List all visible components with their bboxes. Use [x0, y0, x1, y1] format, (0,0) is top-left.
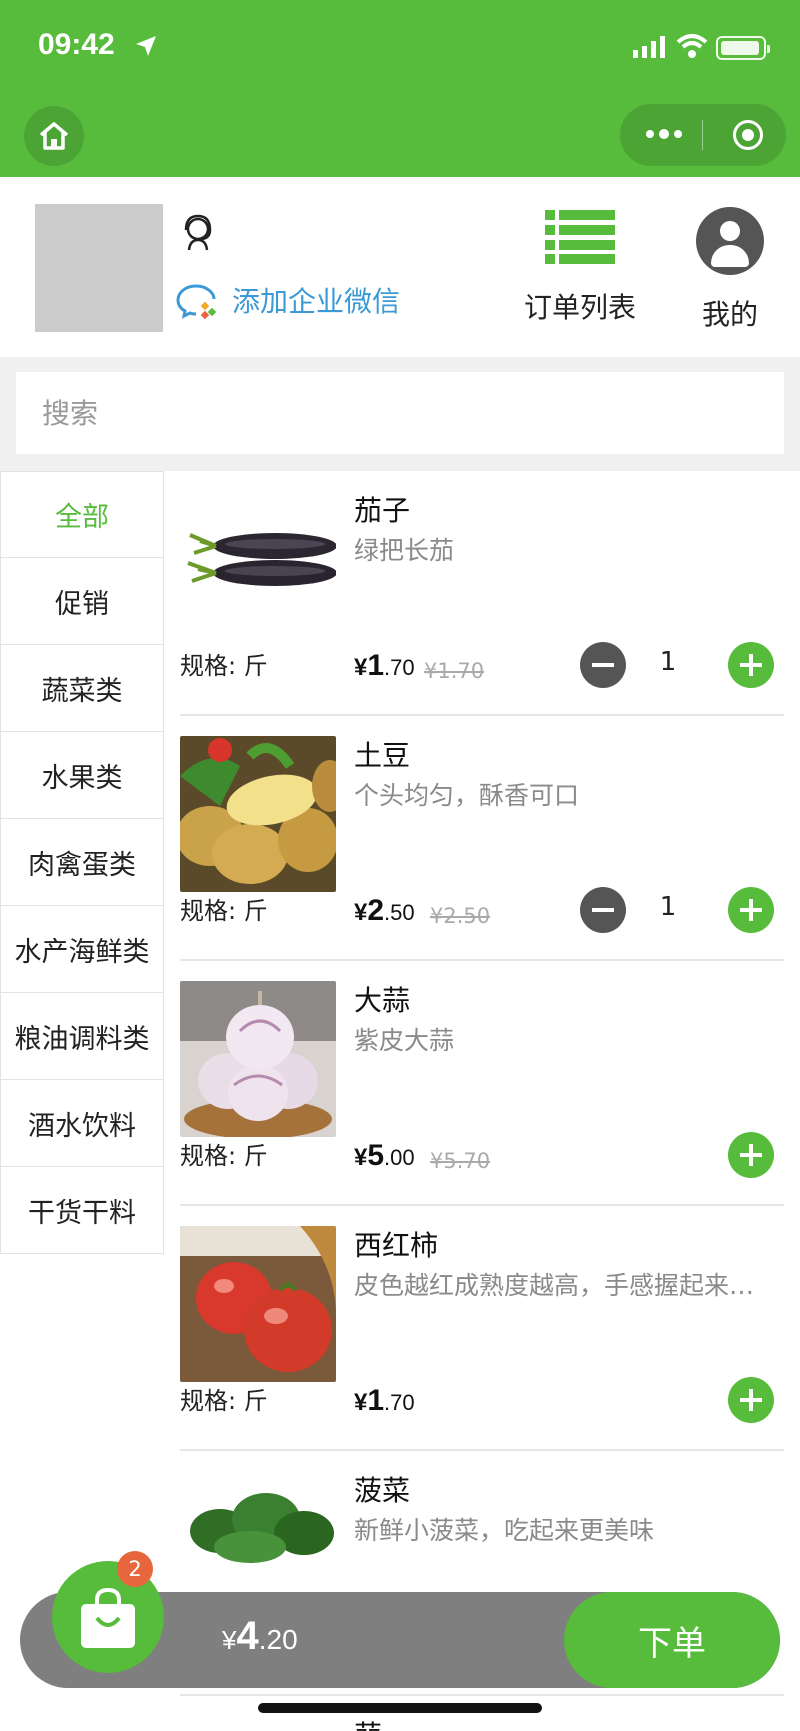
shop-header: 添加企业微信 订单列表 我的: [0, 177, 800, 357]
category-fruits[interactable]: 水果类: [0, 732, 164, 819]
product-spec: 规格: 斤: [180, 652, 268, 680]
category-promotion[interactable]: 促销: [0, 558, 164, 645]
product-item[interactable]: 规格: 斤 茄子 绿把长茄 ¥1.70 ¥1.70 1: [180, 471, 784, 716]
spinach-image: [180, 1471, 336, 1567]
place-order-button[interactable]: 下单: [564, 1592, 780, 1688]
category-meat-eggs[interactable]: 肉禽蛋类: [0, 819, 164, 906]
potato-image: [180, 736, 336, 892]
cart-count-badge: 2: [117, 1551, 153, 1587]
add-to-cart-button[interactable]: [728, 1377, 774, 1423]
product-old-price: ¥5.70: [430, 1149, 491, 1173]
enterprise-wechat-icon: [176, 284, 217, 319]
home-indicator: [258, 1703, 542, 1713]
decrease-qty-button[interactable]: [580, 642, 626, 688]
product-price: ¥1.70: [354, 649, 415, 682]
customer-service-icon[interactable]: [178, 212, 218, 252]
product-quantity: 1: [659, 647, 677, 677]
list-icon: [545, 210, 615, 264]
product-spec: 规格: 斤: [180, 1387, 268, 1415]
wifi-icon: [676, 34, 708, 58]
eggplant-image: [180, 491, 336, 647]
add-enterprise-wechat-link[interactable]: 添加企业微信: [232, 280, 400, 320]
product-desc: 皮色越红成熟度越高，手感握起来越硬越好: [354, 1271, 774, 1300]
product-desc: 紫皮大蒜: [354, 1026, 455, 1055]
search-bar: [0, 357, 800, 471]
product-item[interactable]: 规格: 斤 西红柿 皮色越红成熟度越高，手感握起来越硬越好 ¥1.70: [180, 1206, 784, 1451]
category-sidebar: 全部 促销 蔬菜类 水果类 肉禽蛋类 水产海鲜类 粮油调料类 酒水饮料 干货干料: [0, 471, 164, 1254]
miniprogram-capsule: [620, 104, 786, 166]
category-seafood[interactable]: 水产海鲜类: [0, 906, 164, 993]
increase-qty-button[interactable]: [728, 887, 774, 933]
product-quantity: 1: [659, 892, 677, 922]
close-miniprogram-button[interactable]: [733, 120, 763, 150]
product-price: ¥5.00: [354, 1139, 415, 1172]
my-profile-label: 我的: [701, 298, 758, 331]
cellular-signal-icon: [633, 36, 665, 58]
shop-logo: [35, 204, 163, 332]
product-list: 规格: 斤 茄子 绿把长茄 ¥1.70 ¥1.70 1 规格: 斤 土豆 个头均…: [180, 471, 784, 1711]
location-arrow-icon: [136, 36, 156, 56]
product-old-price: ¥1.70: [424, 659, 485, 683]
product-name: 茄子: [354, 494, 411, 527]
my-profile-button[interactable]: 我的: [688, 207, 772, 333]
status-time: 09:42: [38, 28, 115, 61]
product-item[interactable]: 规格: 斤 土豆 个头均匀，酥香可口 ¥2.50 ¥2.50 1: [180, 716, 784, 961]
shopping-bag-icon: [81, 1587, 135, 1648]
product-name: 菠菜: [354, 1474, 411, 1507]
capsule-divider: [702, 120, 703, 150]
product-name: 土豆: [354, 739, 411, 772]
add-to-cart-button[interactable]: [728, 1132, 774, 1178]
home-button[interactable]: [24, 106, 84, 166]
more-menu-button[interactable]: [646, 129, 682, 139]
category-dry-goods[interactable]: 干货干料: [0, 1167, 164, 1254]
order-list-label: 订单列表: [523, 291, 636, 324]
category-drinks[interactable]: 酒水饮料: [0, 1080, 164, 1167]
category-grain-oil[interactable]: 粮油调料类: [0, 993, 164, 1080]
product-price: ¥2.50: [354, 894, 415, 927]
top-bar: 09:42: [0, 0, 800, 177]
battery-icon: [716, 36, 770, 60]
category-vegetables[interactable]: 蔬菜类: [0, 645, 164, 732]
product-name: 西红柿: [354, 1229, 439, 1262]
home-icon: [39, 122, 69, 150]
order-list-button[interactable]: 订单列表: [520, 210, 640, 326]
increase-qty-button[interactable]: [728, 642, 774, 688]
product-desc: 个头均匀，酥香可口: [354, 781, 580, 810]
product-desc: 绿把长茄: [354, 536, 455, 565]
category-all[interactable]: 全部: [0, 471, 164, 558]
product-spec: 规格: 斤: [180, 1142, 268, 1170]
tomato-image: [180, 1226, 336, 1382]
garlic-image: [180, 981, 336, 1137]
product-old-price: ¥2.50: [430, 904, 491, 928]
product-item[interactable]: 规格: 斤 大蒜 紫皮大蒜 ¥5.00 ¥5.70: [180, 961, 784, 1206]
search-input[interactable]: [16, 372, 784, 454]
product-spec: 规格: 斤: [180, 897, 268, 925]
product-desc: 新鲜小菠菜，吃起来更美味: [354, 1516, 655, 1545]
product-name: 大蒜: [354, 984, 411, 1017]
product-price: ¥1.70: [354, 1384, 415, 1417]
product-name-peek: 蒜: [354, 1714, 382, 1731]
cart-total-price: ¥4.20: [222, 1614, 298, 1658]
decrease-qty-button[interactable]: [580, 887, 626, 933]
user-avatar-icon: [696, 207, 764, 275]
